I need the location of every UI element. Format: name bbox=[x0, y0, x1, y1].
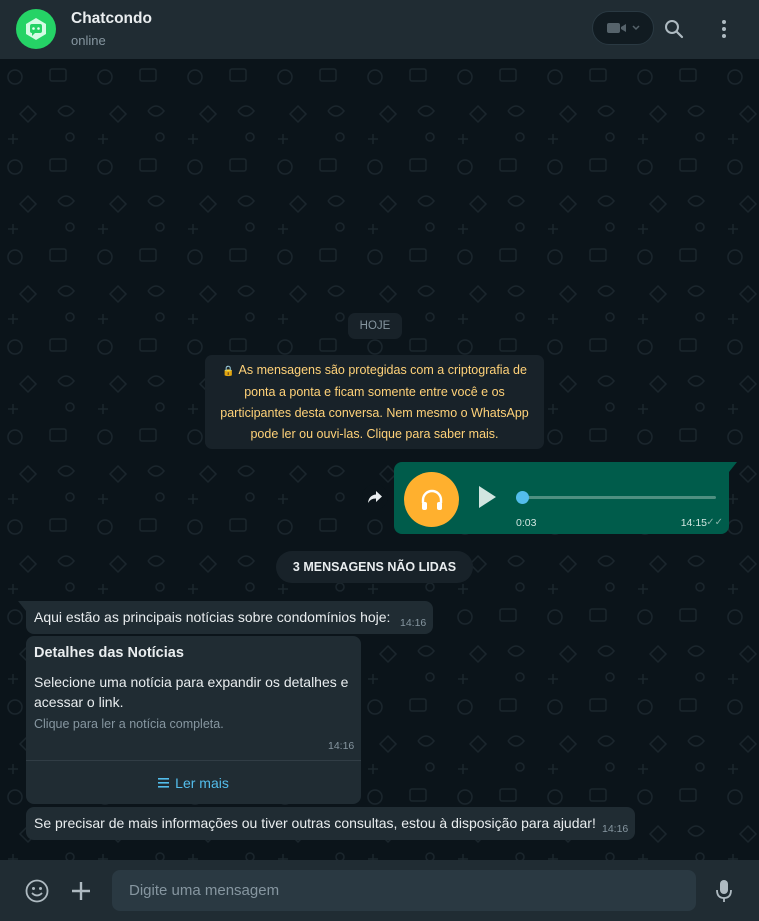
emoji-icon bbox=[25, 879, 49, 903]
card-title: Detalhes das Notícias bbox=[34, 645, 184, 661]
forward-button[interactable] bbox=[362, 484, 388, 510]
chat-logo-icon bbox=[26, 18, 46, 40]
audio-duration: 0:03 bbox=[516, 517, 537, 529]
conversation-panel[interactable]: HOJE 🔒 As mensagens são protegidas com a … bbox=[0, 59, 759, 860]
video-call-button[interactable] bbox=[592, 11, 654, 45]
audio-progress-knob[interactable] bbox=[516, 491, 529, 504]
bubble-tail bbox=[18, 601, 26, 611]
headphones-icon bbox=[421, 489, 442, 510]
contact-name: Chatcondo bbox=[71, 10, 152, 27]
double-check-icon: ✓✓ bbox=[706, 517, 723, 528]
message-time: 14:16 bbox=[602, 823, 629, 835]
read-more-button[interactable]: Ler mais bbox=[26, 761, 361, 804]
incoming-message: Se precisar de mais informações ou tiver… bbox=[26, 807, 635, 840]
forward-icon bbox=[368, 491, 382, 503]
lock-icon: 🔒 bbox=[222, 366, 235, 377]
search-button[interactable] bbox=[662, 17, 686, 41]
more-options-icon bbox=[722, 20, 726, 38]
contact-info[interactable]: Chatcondo online bbox=[71, 10, 152, 48]
encryption-notice-text: As mensagens são protegidas com a cripto… bbox=[220, 363, 529, 441]
message-text: Aqui estão as principais notícias sobre … bbox=[34, 609, 391, 625]
voice-record-button[interactable] bbox=[711, 878, 737, 904]
message-composer bbox=[0, 860, 759, 921]
audio-avatar bbox=[404, 472, 459, 527]
encryption-notice[interactable]: 🔒 As mensagens são protegidas com a cript… bbox=[205, 355, 544, 449]
unread-messages-chip: 3 MENSAGENS NÃO LIDAS bbox=[276, 551, 473, 583]
avatar[interactable] bbox=[16, 9, 56, 49]
attach-button[interactable] bbox=[68, 878, 94, 904]
chevron-down-icon bbox=[632, 25, 640, 31]
video-camera-icon bbox=[607, 23, 626, 33]
date-chip: HOJE bbox=[348, 313, 402, 339]
message-time: 14:16 bbox=[328, 740, 355, 752]
microphone-icon bbox=[716, 880, 732, 902]
card-body: Selecione uma notícia para expandir os d… bbox=[34, 674, 349, 710]
chat-header: Chatcondo online bbox=[0, 0, 759, 59]
message-input[interactable] bbox=[112, 870, 696, 911]
search-icon bbox=[665, 20, 684, 39]
play-icon[interactable] bbox=[476, 484, 498, 510]
card-hint: Clique para ler a notícia completa. bbox=[34, 717, 224, 731]
emoji-button[interactable] bbox=[24, 878, 50, 904]
news-card-message: Detalhes das Notícias Selecione uma notí… bbox=[26, 636, 361, 804]
message-time: 14:16 bbox=[400, 617, 427, 629]
message-time: 14:15 bbox=[680, 517, 707, 529]
plus-icon bbox=[72, 882, 90, 900]
menu-button[interactable] bbox=[712, 17, 736, 41]
audio-message: 0:03 14:15 ✓✓ bbox=[394, 462, 737, 534]
read-more-label: Ler mais bbox=[175, 774, 229, 791]
message-text: Se precisar de mais informações ou tiver… bbox=[34, 815, 596, 831]
contact-status: online bbox=[71, 33, 106, 48]
list-icon bbox=[158, 777, 170, 788]
bubble-tail bbox=[729, 462, 737, 472]
audio-progress-track[interactable] bbox=[516, 496, 716, 499]
incoming-message: Aqui estão as principais notícias sobre … bbox=[18, 601, 433, 634]
